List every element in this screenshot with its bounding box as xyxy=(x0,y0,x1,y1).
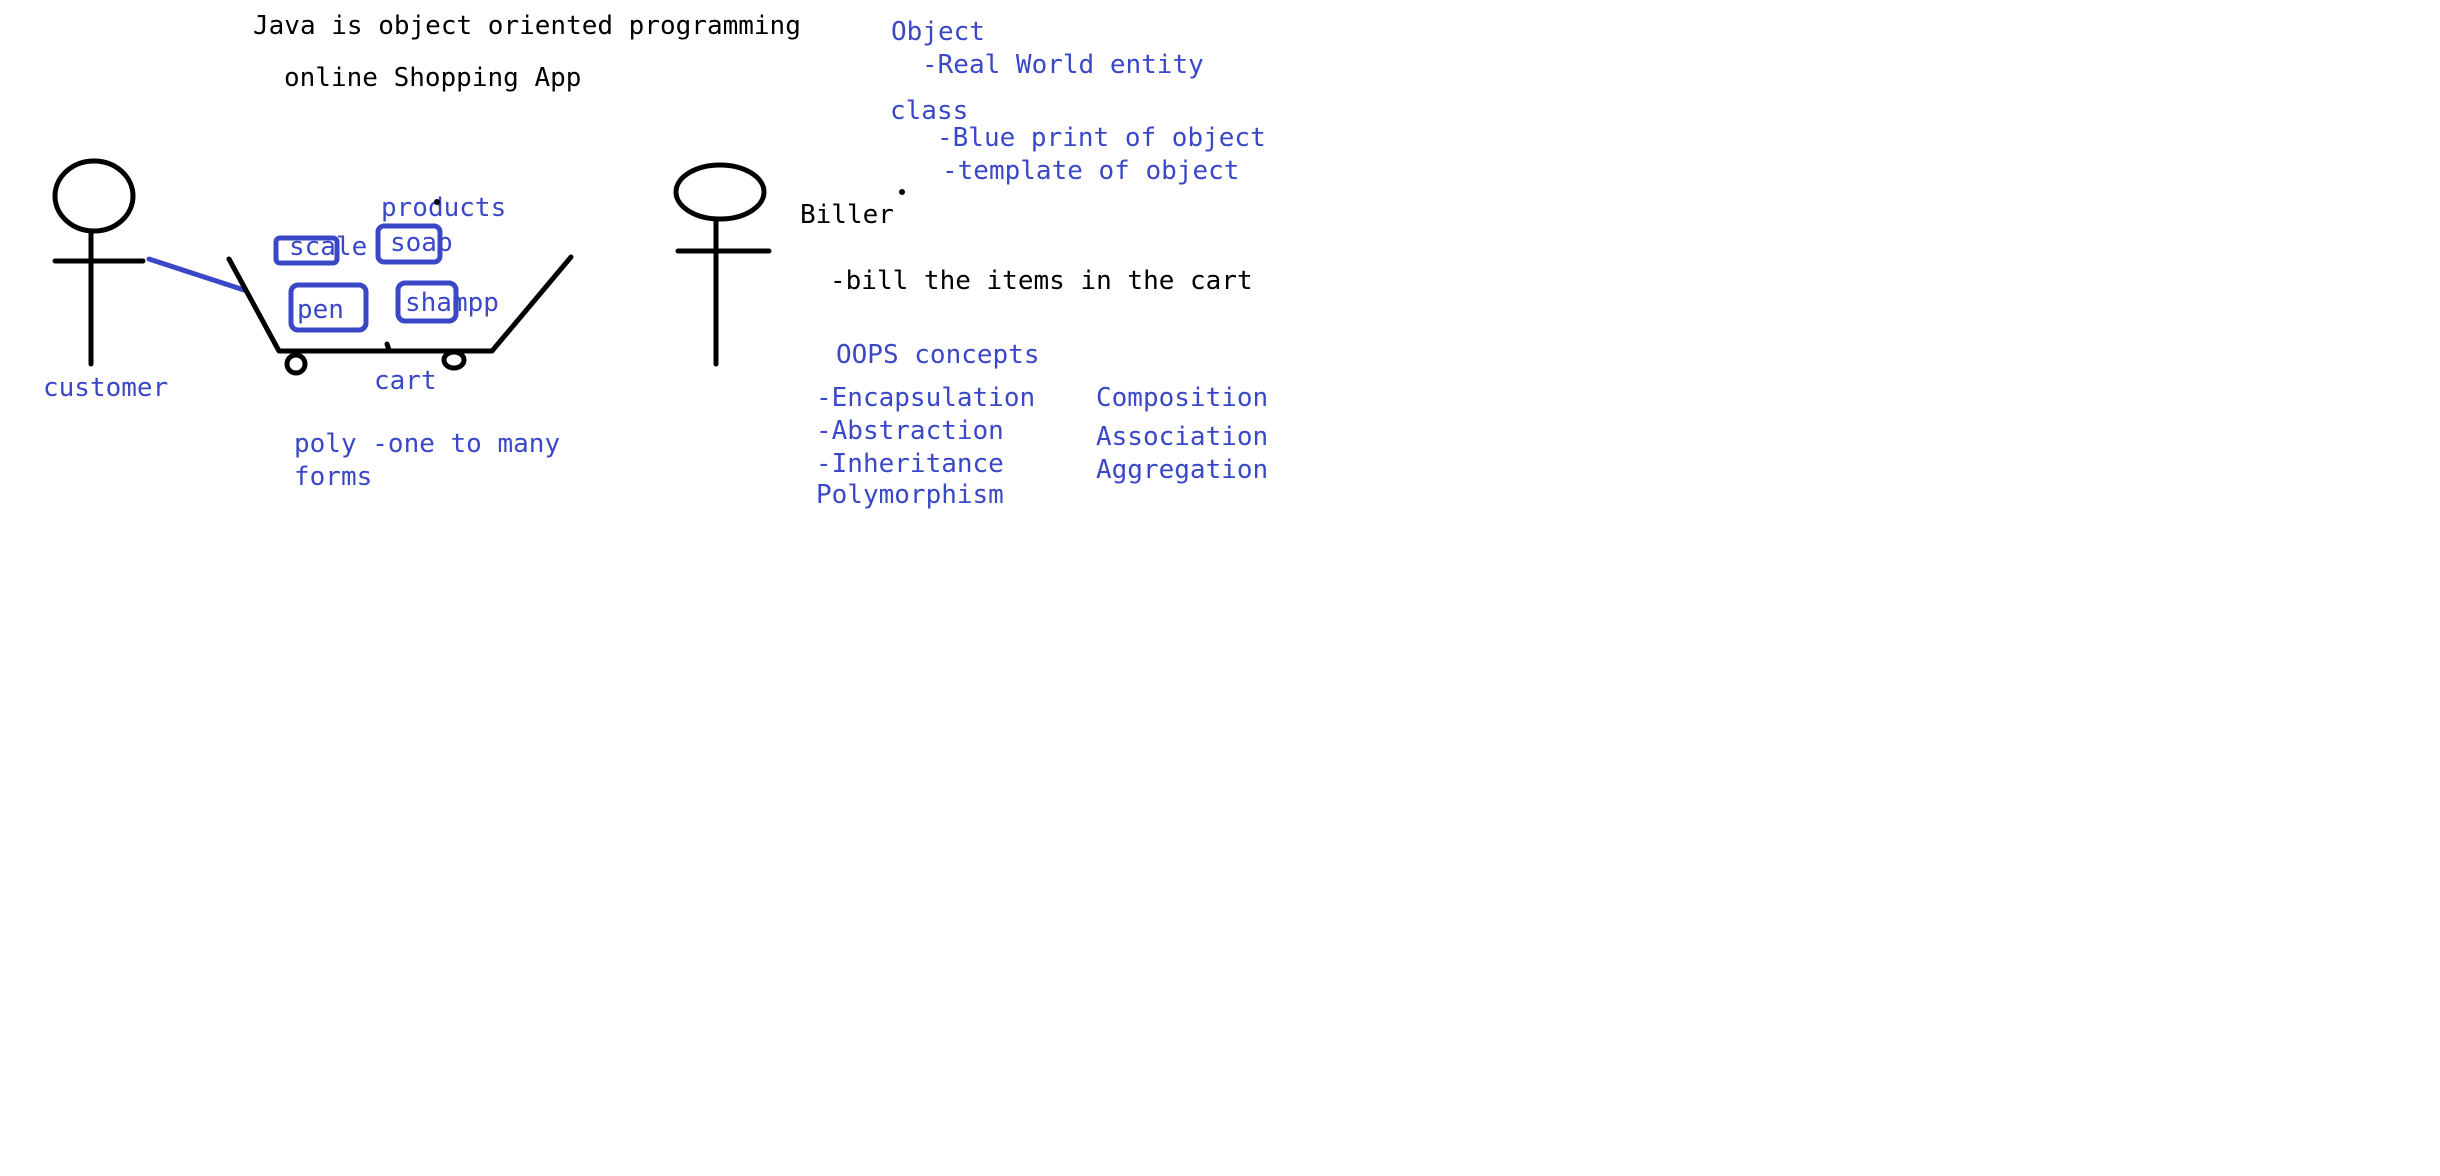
relationship-concept: Association xyxy=(1096,422,1268,452)
cart-wheel-left xyxy=(284,352,308,376)
customer-figure xyxy=(52,158,146,367)
product-item-pen: pen xyxy=(288,282,369,333)
biller-label: Biller xyxy=(800,200,894,230)
products-label: products xyxy=(381,193,506,223)
object-definition: -Real World entity xyxy=(922,50,1204,80)
whiteboard-canvas: Java is object oriented programming onli… xyxy=(43,11,1268,510)
ink-dot xyxy=(899,189,905,195)
product-item-shampp: shampp xyxy=(395,280,499,324)
biller-head xyxy=(673,162,767,222)
page-title: Java is object oriented programming xyxy=(253,11,801,41)
product-label: pen xyxy=(297,295,344,325)
biller-note: -bill the items in the cart xyxy=(830,266,1253,296)
product-item-scale: scale xyxy=(273,232,367,266)
customer-label: customer xyxy=(43,373,168,403)
oops-concept: Polymorphism xyxy=(816,480,1004,510)
class-definition-2: -template of object xyxy=(942,156,1239,186)
oops-heading: OOPS concepts xyxy=(836,340,1040,370)
product-item-soap: soap xyxy=(375,223,453,265)
relationship-concept: Composition xyxy=(1096,383,1268,413)
product-label: scale xyxy=(289,232,367,262)
cart-tick xyxy=(384,341,392,353)
object-heading: Object xyxy=(891,17,985,47)
app-subtitle: online Shopping App xyxy=(284,63,581,93)
customer-head xyxy=(52,158,136,234)
class-definition-1: -Blue print of object xyxy=(937,123,1266,153)
biller-figure xyxy=(673,162,772,367)
products-dot xyxy=(434,199,440,205)
poly-note-line-2: forms xyxy=(294,462,372,492)
poly-note-line-1: poly -one to many xyxy=(294,429,560,459)
oops-concept: -Inheritance xyxy=(816,449,1004,479)
product-label: soap xyxy=(390,228,453,258)
cart-wheel-right xyxy=(441,349,467,371)
oops-concept: -Encapsulation xyxy=(816,383,1035,413)
relationship-concept: Aggregation xyxy=(1096,455,1268,485)
cart-label: cart xyxy=(374,366,437,396)
class-heading: class xyxy=(890,96,968,126)
oops-concept: -Abstraction xyxy=(816,416,1004,446)
product-label: shampp xyxy=(405,288,499,318)
